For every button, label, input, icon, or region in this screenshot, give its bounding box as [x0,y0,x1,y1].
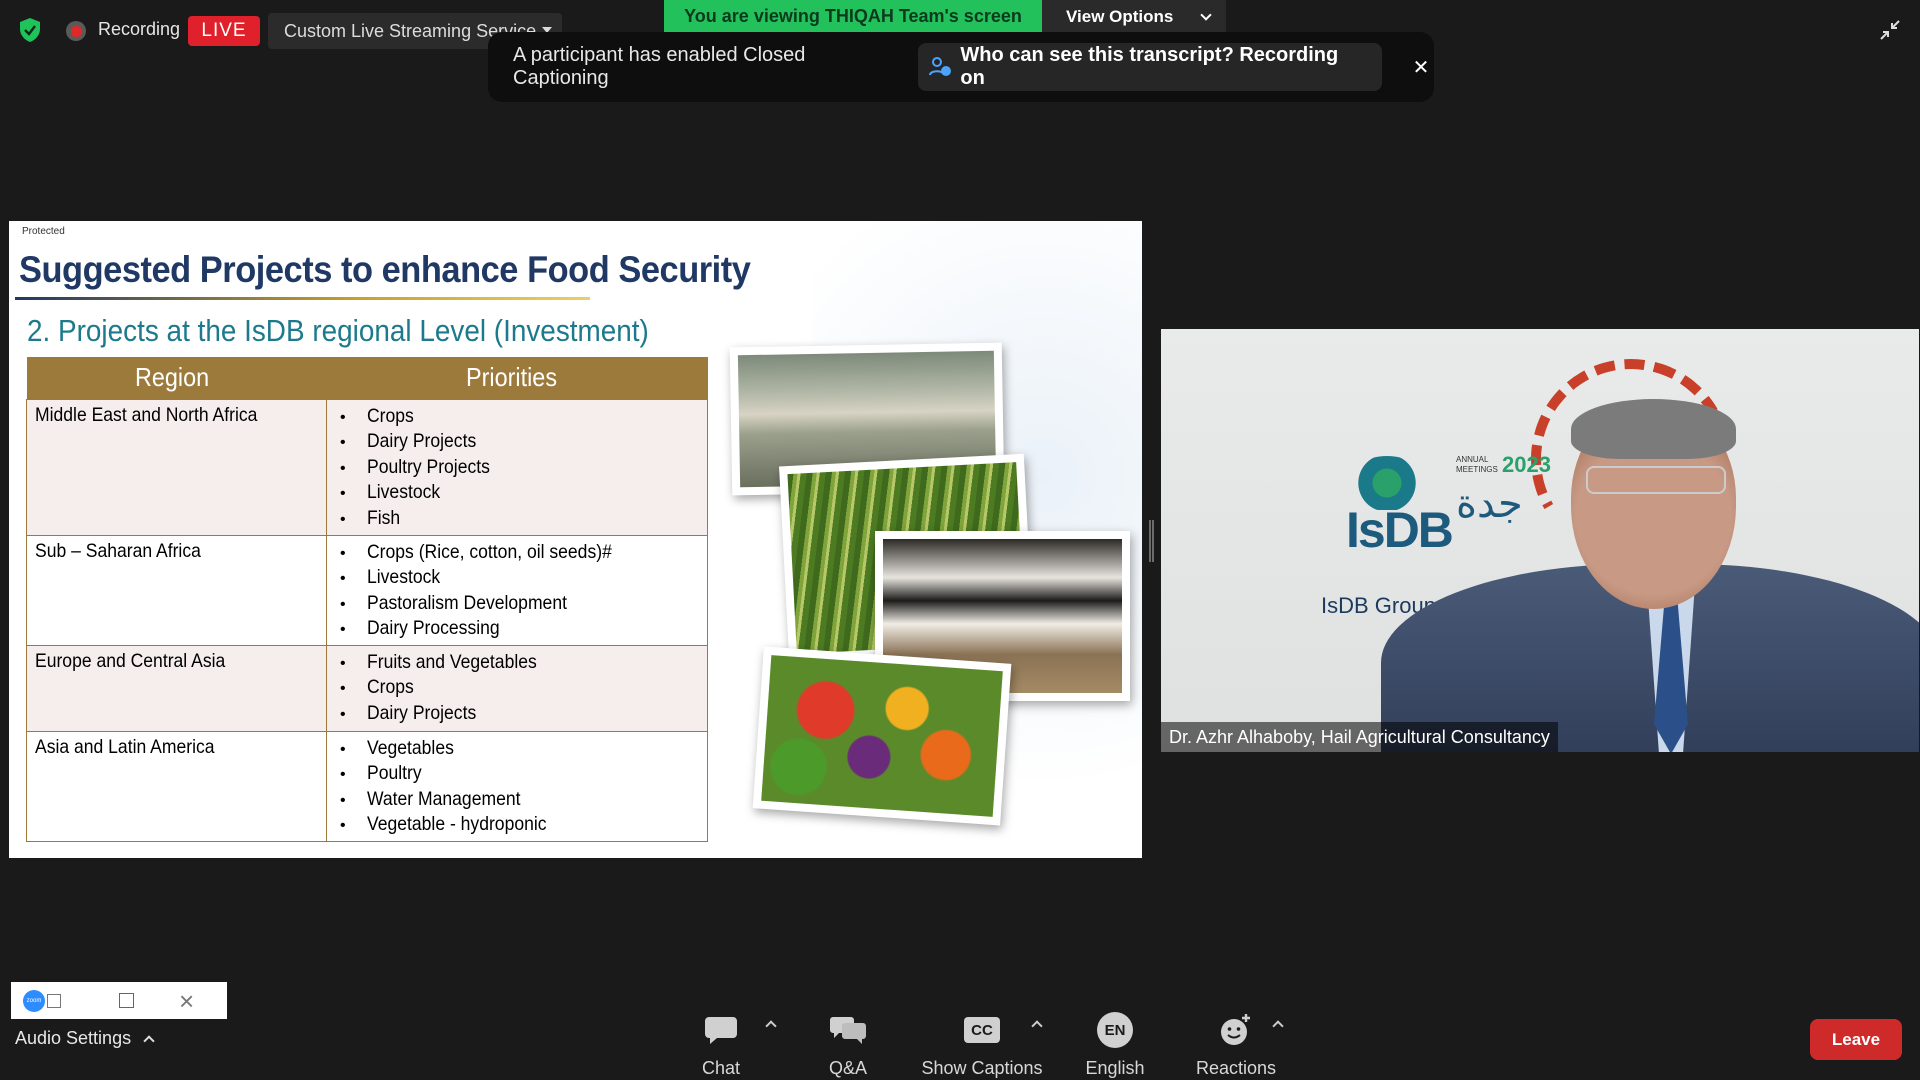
speaker-hair [1571,399,1736,459]
list-item: Vegetable - hydroponic [340,812,699,838]
list-item: Crops [340,675,699,701]
leave-meeting-button[interactable]: Leave [1810,1019,1902,1060]
audio-settings-button[interactable]: Audio Settings [15,1028,155,1049]
closed-captions-icon: CC [964,1010,1000,1050]
slide-subtitle: 2. Projects at the IsDB regional Level (… [27,313,649,348]
table-row: Asia and Latin America Vegetables Poultr… [26,730,708,842]
list-item: Crops (Rice, cotton, oil seeds)# [340,540,699,566]
list-item: Vegetables [340,736,699,762]
priorities-table: Region Priorities Middle East and North … [26,357,708,842]
event-year: 2023 [1502,452,1551,477]
shared-screen-slide: Protected Suggested Projects to enhance … [9,221,1142,858]
isdb-logo-text: IsDB [1346,502,1454,558]
exit-fullscreen-icon[interactable] [1874,14,1906,46]
smiley-add-icon [1219,1010,1253,1050]
list-item: Dairy Processing [340,616,699,642]
qa-label: Q&A [828,1058,867,1078]
audio-settings-label: Audio Settings [15,1028,132,1048]
list-item: Poultry [340,761,699,787]
chat-icon [704,1010,738,1050]
reactions-button[interactable]: Reactions [1190,1010,1282,1079]
qa-button[interactable]: Q&A [818,1010,878,1079]
table-row: Europe and Central Asia Fruits and Veget… [26,644,708,732]
zoom-app-icon[interactable]: zoom [23,989,45,1012]
security-shield-icon[interactable] [14,14,46,46]
recording-label: Recording [98,19,181,39]
minimized-window-controls: zoom × [11,982,227,1019]
annual-meetings-label: ANNUAL MEETINGS [1456,455,1498,474]
list-item: Dairy Projects [340,701,699,727]
chat-label: Chat [701,1058,741,1078]
list-item: Livestock [340,565,699,591]
list-item: Water Management [340,787,699,813]
priorities-cell: Crops Dairy Projects Poultry Projects Li… [326,398,708,536]
language-button[interactable]: EN English [1080,1010,1150,1079]
table-row: Sub – Saharan Africa Crops (Rice, cotton… [26,534,708,646]
close-icon[interactable]: × [179,988,194,1014]
table-row: Middle East and North Africa Crops Dairy… [26,398,708,536]
close-icon[interactable]: ✕ [1408,54,1434,80]
copy-icon[interactable] [47,993,61,1008]
maximize-icon[interactable] [119,993,134,1008]
host-city-arabic: جدة [1456,482,1523,526]
list-item: Pastoralism Development [340,591,699,617]
show-captions-label: Show Captions [921,1058,1043,1078]
region-cell: Sub – Saharan Africa [26,534,327,646]
list-item: Fruits and Vegetables [340,650,699,676]
split-view-drag-handle[interactable] [1149,520,1154,562]
view-options-button[interactable]: View Options [1042,0,1226,33]
viewing-screen-banner: You are viewing THIQAH Team's screen [664,0,1042,33]
list-item: Livestock [340,480,699,506]
list-item: Poultry Projects [340,455,699,481]
caret-up-icon[interactable] [143,1034,155,1047]
people-info-icon [929,57,952,76]
vegetables-photo [752,646,1012,826]
region-cell: Middle East and North Africa [26,398,327,536]
closed-caption-notification: A participant has enabled Closed Caption… [488,32,1434,102]
caption-notification-message: A participant has enabled Closed Caption… [513,44,806,89]
show-captions-button[interactable]: CC Show Captions [918,1010,1046,1079]
column-header-priorities: Priorities [326,357,708,399]
region-cell: Asia and Latin America [26,730,327,842]
list-item: Dairy Projects [340,429,699,455]
transcript-visibility-label: Who can see this transcript? Recording o… [960,44,1339,89]
reactions-label: Reactions [1195,1058,1277,1078]
chat-options-caret-icon[interactable] [765,1020,777,1032]
region-cell: Europe and Central Asia [26,644,327,732]
list-item: Crops [340,404,699,430]
language-label: English [1085,1058,1145,1078]
speaker-video-tile[interactable]: IsDB ANNUAL MEETINGS 2023 جدة IsDB Group … [1161,329,1919,752]
qa-icon [829,1010,867,1050]
priorities-cell: Vegetables Poultry Water Management Vege… [326,730,708,842]
participant-name-tag: Dr. Azhr Alhaboby, Hail Agricultural Con… [1161,722,1558,752]
recording-indicator-icon[interactable] [66,21,86,41]
column-header-region: Region [26,357,327,399]
live-badge[interactable]: LIVE [188,16,260,46]
view-options-label: View Options [1066,6,1174,26]
priorities-cell: Fruits and Vegetables Crops Dairy Projec… [326,644,708,732]
transcript-visibility-button[interactable]: Who can see this transcript? Recording o… [918,43,1383,91]
slide-title: Suggested Projects to enhance Food Secur… [19,249,751,290]
chat-button[interactable]: Chat [690,1010,752,1079]
priorities-cell: Crops (Rice, cotton, oil seeds)# Livesto… [326,534,708,646]
speaker-glasses [1586,466,1726,494]
protected-label: Protected [22,226,65,237]
chevron-down-icon [1200,9,1212,21]
list-item: Fish [340,506,699,532]
language-icon: EN [1097,1010,1133,1050]
title-underline [15,297,590,300]
